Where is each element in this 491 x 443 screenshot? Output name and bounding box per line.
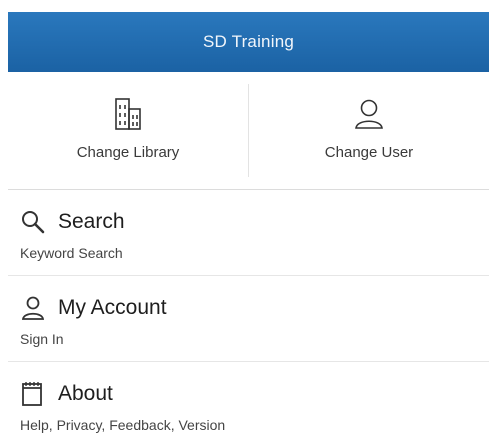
- menu-item-my-account-title: My Account: [58, 296, 167, 319]
- app-header: SD Training: [8, 12, 489, 72]
- search-icon: [20, 207, 50, 237]
- quick-actions: Change Library Change User: [8, 72, 489, 190]
- menu-item-search-title: Search: [58, 210, 125, 233]
- menu-item-about-subtitle: Help, Privacy, Feedback, Version: [20, 417, 226, 433]
- menu-item-my-account-subtitle: Sign In: [20, 331, 64, 347]
- menu-item-search[interactable]: Search Keyword Search: [8, 190, 489, 276]
- app-screen: SD Training Change Library Change User S…: [0, 0, 491, 443]
- menu-item-search-subtitle: Keyword Search: [20, 245, 123, 261]
- main-menu: Search Keyword Search My Account Sign In: [8, 190, 489, 443]
- menu-item-about-title: About: [58, 382, 113, 405]
- menu-item-about[interactable]: About Help, Privacy, Feedback, Version: [8, 362, 489, 443]
- library-title: SD Training: [202, 32, 295, 51]
- library-building-icon: [111, 96, 145, 132]
- change-library-button[interactable]: Change Library: [8, 72, 248, 189]
- notepad-icon: [20, 379, 50, 409]
- change-user-label: Change User: [324, 144, 414, 161]
- change-user-button[interactable]: Change User: [248, 84, 489, 177]
- user-icon: [20, 293, 50, 323]
- user-icon: [352, 96, 386, 132]
- change-library-label: Change Library: [76, 144, 180, 161]
- menu-item-my-account[interactable]: My Account Sign In: [8, 276, 489, 362]
